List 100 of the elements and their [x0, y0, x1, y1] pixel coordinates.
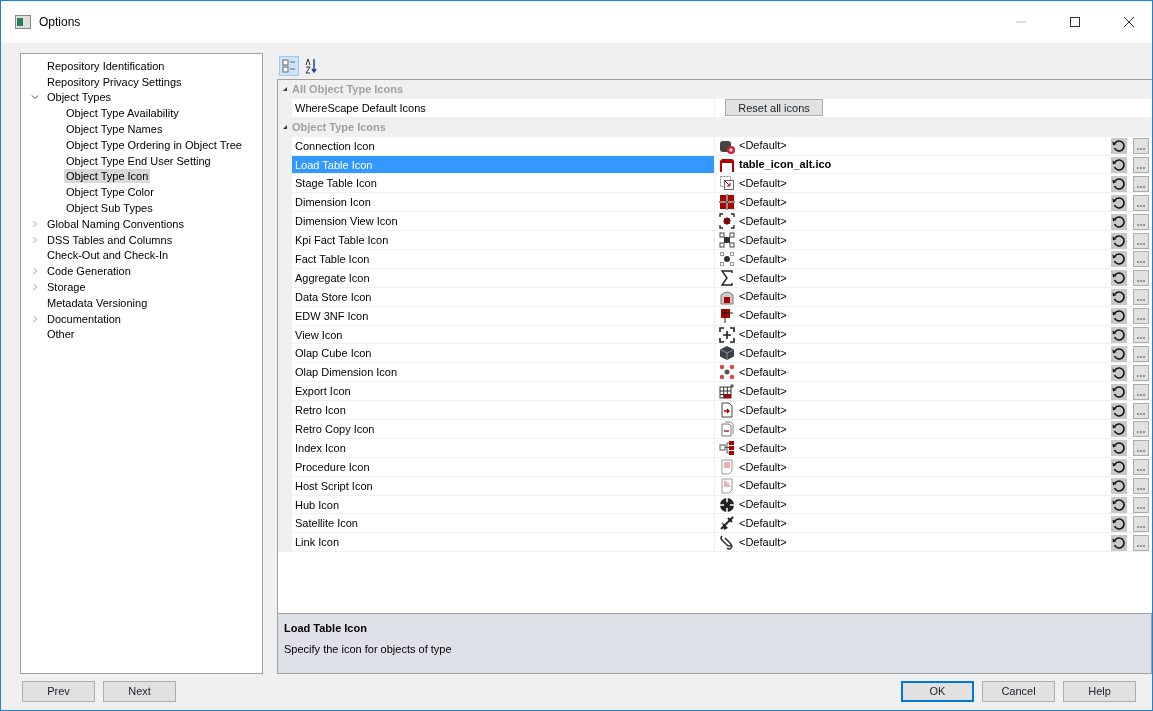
collapse-triangle-icon[interactable]	[281, 85, 289, 94]
reset-button[interactable]	[1111, 402, 1127, 419]
reset-button[interactable]	[1111, 251, 1127, 268]
tree-item[interactable]: DSS Tables and Columns	[45, 232, 175, 247]
browse-button[interactable]	[1133, 308, 1149, 325]
property-name[interactable]: Data Store Icon	[292, 287, 715, 306]
reset-button[interactable]	[1111, 138, 1127, 155]
browse-button[interactable]	[1133, 421, 1149, 438]
browse-button[interactable]	[1133, 440, 1149, 457]
property-name[interactable]: Stage Table Icon	[292, 174, 715, 193]
property-value[interactable]: <Default>	[739, 477, 787, 494]
property-value[interactable]: <Default>	[739, 250, 787, 268]
reset-button[interactable]	[1111, 157, 1127, 173]
browse-button[interactable]	[1133, 270, 1149, 287]
dialog-button[interactable]: Help	[1063, 680, 1136, 702]
browse-button[interactable]	[1133, 138, 1149, 155]
browse-button[interactable]	[1133, 232, 1149, 249]
reset-button[interactable]	[1111, 213, 1127, 230]
reset-button[interactable]	[1111, 308, 1127, 325]
browse-button[interactable]	[1133, 345, 1149, 362]
property-value[interactable]: <Default>	[739, 382, 787, 400]
property-name[interactable]: Olap Cube Icon	[292, 344, 715, 363]
browse-button[interactable]	[1133, 157, 1149, 173]
browse-button[interactable]	[1133, 478, 1149, 495]
reset-button[interactable]	[1111, 194, 1127, 211]
property-name[interactable]: Dimension Icon	[292, 193, 715, 212]
tree-item[interactable]: Object Sub Types	[64, 201, 155, 216]
browse-button[interactable]	[1133, 327, 1149, 343]
property-name[interactable]: Fact Table Icon	[292, 250, 715, 268]
property-value[interactable]: <Default>	[739, 515, 787, 532]
tree-item[interactable]: Global Naming Conventions	[45, 216, 186, 231]
reset-button[interactable]	[1111, 515, 1127, 532]
browse-button[interactable]	[1133, 497, 1149, 514]
tree-item[interactable]: Object Type Icon	[64, 169, 151, 184]
property-name[interactable]: EDW 3NF Icon	[292, 306, 715, 325]
tree-item[interactable]: Code Generation	[45, 264, 133, 279]
property-value[interactable]: <Default>	[739, 137, 787, 154]
dialog-button[interactable]: OK	[901, 680, 974, 702]
reset-button[interactable]	[1111, 440, 1127, 457]
property-name[interactable]: Retro Icon	[292, 401, 715, 420]
tree-item[interactable]: Object Type Availability	[64, 106, 181, 121]
collapse-triangle-icon[interactable]	[281, 123, 289, 132]
property-value[interactable]: <Default>	[739, 345, 787, 362]
property-name[interactable]: Aggregate Icon	[292, 268, 715, 287]
tree-item[interactable]: Documentation	[45, 311, 123, 326]
tree-item[interactable]: Check-Out and Check-In	[45, 248, 171, 263]
browse-button[interactable]	[1133, 194, 1149, 211]
property-value[interactable]: <Default>	[739, 496, 787, 513]
browse-button[interactable]	[1133, 383, 1149, 400]
dialog-button[interactable]: Cancel	[982, 680, 1055, 702]
tree-item[interactable]: Storage	[45, 280, 88, 295]
property-name[interactable]: WhereScape Default Icons	[292, 98, 715, 117]
tree-item[interactable]: Object Type End User Setting	[64, 153, 213, 168]
property-name[interactable]: Link Icon	[292, 533, 715, 552]
reset-button[interactable]	[1111, 270, 1127, 287]
reset-button[interactable]	[1111, 534, 1127, 551]
reset-button[interactable]	[1111, 421, 1127, 438]
reset-button[interactable]	[1111, 232, 1127, 249]
browse-button[interactable]	[1133, 213, 1149, 230]
property-name[interactable]: Hub Icon	[292, 495, 715, 514]
tree-item[interactable]: Repository Identification	[45, 58, 167, 73]
browse-button[interactable]	[1133, 515, 1149, 532]
dialog-button[interactable]: Prev	[22, 680, 95, 702]
property-value[interactable]: <Default>	[739, 458, 787, 475]
property-value[interactable]: <Default>	[739, 212, 787, 230]
reset-button[interactable]	[1111, 497, 1127, 514]
property-name[interactable]: Satellite Icon	[292, 514, 715, 533]
browse-button[interactable]	[1133, 175, 1149, 192]
property-value[interactable]: <Default>	[739, 401, 787, 419]
property-name[interactable]: View Icon	[292, 325, 715, 344]
property-value[interactable]: <Default>	[739, 175, 787, 192]
tree-item[interactable]: Object Types	[45, 90, 113, 105]
property-value[interactable]: <Default>	[739, 420, 787, 438]
tree-item[interactable]: Metadata Versioning	[45, 295, 150, 310]
reset-button[interactable]	[1111, 478, 1127, 495]
reset-button[interactable]	[1111, 345, 1127, 362]
property-value[interactable]: <Default>	[739, 307, 787, 324]
tree-item[interactable]: Object Type Color	[64, 185, 156, 200]
property-name[interactable]: Procedure Icon	[292, 457, 715, 476]
tree-item[interactable]: Repository Privacy Settings	[45, 74, 184, 89]
reset-all-icons-button[interactable]: Reset all icons	[725, 99, 823, 117]
property-name[interactable]: Kpi Fact Table Icon	[292, 231, 715, 249]
browse-button[interactable]	[1133, 459, 1149, 476]
property-value[interactable]: <Default>	[739, 439, 787, 457]
browse-button[interactable]	[1133, 251, 1149, 268]
property-value[interactable]: <Default>	[739, 534, 787, 551]
reset-button[interactable]	[1111, 364, 1127, 381]
property-name[interactable]: Index Icon	[292, 438, 715, 457]
dialog-button[interactable]: Next	[103, 680, 176, 702]
property-value[interactable]: table_icon_alt.ico	[739, 156, 832, 173]
property-value[interactable]: <Default>	[739, 364, 787, 381]
property-value[interactable]: <Default>	[739, 269, 787, 287]
property-name[interactable]: Host Script Icon	[292, 476, 715, 495]
reset-button[interactable]	[1111, 175, 1127, 192]
browse-button[interactable]	[1133, 364, 1149, 381]
property-value[interactable]: <Default>	[739, 288, 787, 305]
reset-button[interactable]	[1111, 289, 1127, 306]
browse-button[interactable]	[1133, 289, 1149, 306]
browse-button[interactable]	[1133, 534, 1149, 551]
tree-item[interactable]: Object Type Ordering in Object Tree	[64, 137, 244, 152]
